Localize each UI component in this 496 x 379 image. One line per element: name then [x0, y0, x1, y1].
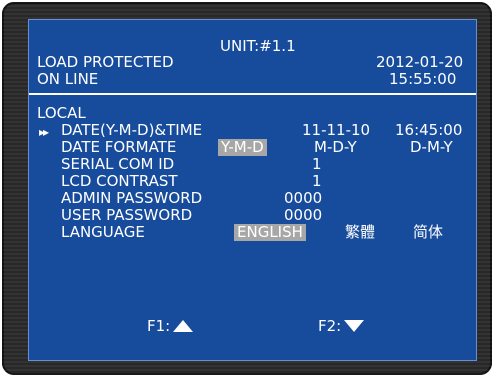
status-load: LOAD PROTECTED [37, 53, 174, 71]
option-traditional-chinese[interactable]: 繁體 [345, 224, 375, 241]
option-dmy[interactable]: D-M-Y [410, 139, 453, 156]
label-admin-password[interactable]: ADMIN PASSWORD [61, 190, 202, 207]
f1-button[interactable]: F1: [147, 317, 194, 335]
header-divider [29, 93, 476, 95]
status-online: ON LINE [37, 70, 99, 88]
value-time[interactable]: 16:45:00 [395, 122, 462, 139]
label-user-password[interactable]: USER PASSWORD [61, 207, 192, 224]
f1-label: F1: [147, 317, 171, 335]
label-lcd-contrast[interactable]: LCD CONTRAST [61, 173, 178, 190]
label-date-time[interactable]: DATE(Y-M-D)&TIME [61, 122, 202, 139]
option-mdy[interactable]: M-D-Y [314, 139, 357, 156]
value-lcd-contrast[interactable]: 1 [312, 173, 322, 190]
unit-id: UNIT:#1.1 [220, 37, 296, 55]
header-date: 2012-01-20 [376, 53, 464, 71]
value-admin-password[interactable]: 0000 [284, 190, 322, 207]
value-date[interactable]: 11-11-10 [302, 122, 370, 139]
option-english[interactable]: ENGLISH [234, 224, 306, 241]
label-date-format[interactable]: DATE FORMATE [61, 139, 176, 156]
option-ymd[interactable]: Y-M-D [218, 139, 267, 156]
selection-marker-icon: ▸▸ [39, 125, 49, 139]
label-language[interactable]: LANGUAGE [61, 224, 145, 241]
f2-label: F2: [318, 317, 342, 335]
header-time: 15:55:00 [389, 70, 457, 88]
up-triangle-icon [173, 320, 194, 332]
value-serial-com-id[interactable]: 1 [312, 156, 322, 173]
f2-button[interactable]: F2: [318, 317, 365, 335]
option-simplified-chinese[interactable]: 简体 [413, 224, 443, 241]
down-triangle-icon [344, 320, 365, 332]
label-serial-com-id[interactable]: SERIAL COM ID [61, 156, 174, 173]
section-title: LOCAL [37, 104, 86, 122]
lcd-screen: UNIT:#1.1 LOAD PROTECTED ON LINE 2012-01… [28, 19, 477, 361]
value-user-password[interactable]: 0000 [284, 207, 322, 224]
